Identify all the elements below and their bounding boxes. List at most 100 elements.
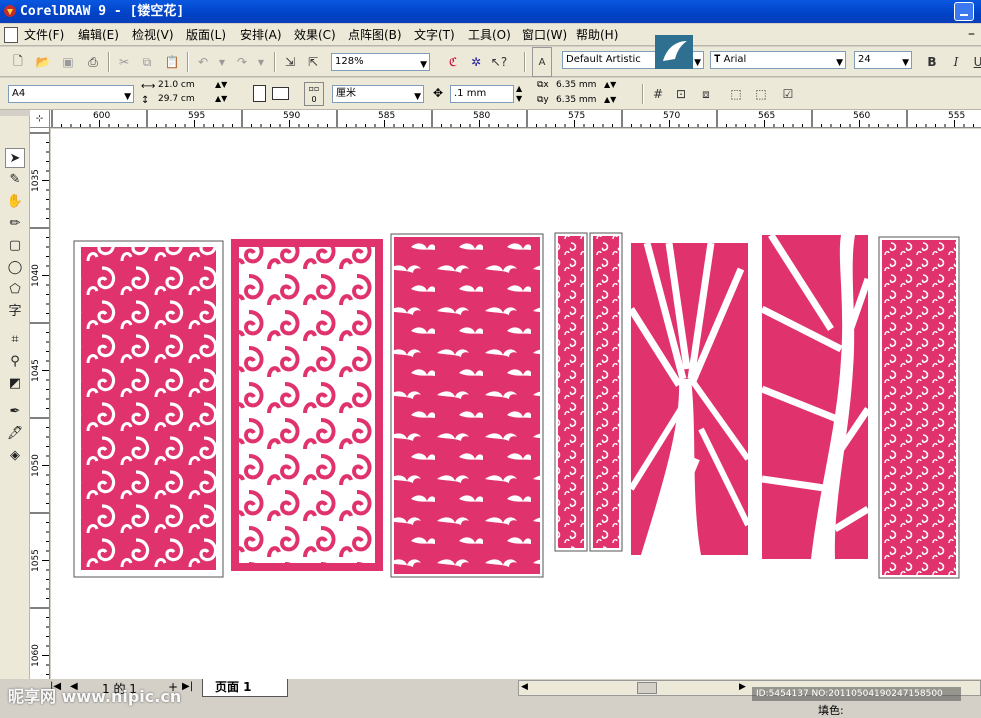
ellipse-tool-icon[interactable]: ◯	[5, 258, 25, 278]
interactive-tools-icon[interactable]: ⌗	[5, 330, 25, 350]
ruler-label: 600	[93, 111, 111, 121]
outline-tool-icon[interactable]: ✒	[5, 402, 25, 422]
separator	[524, 52, 526, 72]
drawing-canvas[interactable]	[51, 129, 981, 679]
open-folder-icon[interactable]: 📂	[33, 52, 53, 72]
landscape-button[interactable]	[272, 87, 289, 100]
standard-toolbar: 🗋 📂 ▣ ⎙ ✂ ⧉ 📋 ↶ ▼ ↷ ▼ ⇲ ⇱ 128% ▼ ℭ ✲ ↖? A…	[0, 35, 981, 77]
spin-up-icon[interactable]: ▲▼	[215, 80, 227, 89]
next-page-icon[interactable]: ▶|	[182, 681, 193, 692]
export-icon[interactable]: ⇱	[303, 52, 323, 72]
undo-icon[interactable]: ↶	[193, 52, 213, 72]
new-file-icon[interactable]: 🗋	[8, 52, 28, 72]
spin-down-icon[interactable]: ▲▼	[215, 94, 227, 103]
page-tab[interactable]: 页面 1	[202, 679, 288, 697]
zoom-pan-tool-icon[interactable]: ✋	[5, 192, 25, 212]
underline-button[interactable]: U	[968, 52, 981, 72]
whats-this-icon[interactable]: ↖?	[489, 52, 509, 72]
scrapbook-icon[interactable]: ✲	[466, 52, 486, 72]
duplicate-x-field[interactable]: 6.35 mm	[556, 80, 600, 90]
menu-tools[interactable]: 工具(O)	[468, 27, 511, 43]
cut-icon[interactable]: ✂	[114, 52, 134, 72]
panel-4b-pattern	[593, 236, 619, 548]
menu-edit[interactable]: 编辑(E)	[78, 27, 119, 43]
text-frame-icon[interactable]: A	[532, 47, 552, 77]
mdi-minimize-icon[interactable]: –	[968, 26, 975, 42]
corel-apps-icon[interactable]: ℭ	[443, 52, 463, 72]
ruler-label: 570	[663, 111, 681, 121]
page-width-field[interactable]: 21.0 cm	[155, 80, 213, 93]
menu-arrange[interactable]: 安排(A)	[240, 27, 282, 43]
menu-help[interactable]: 帮助(H)	[576, 27, 618, 43]
treat-as-filled-icon[interactable]: ⬚	[726, 84, 746, 104]
snap-grid-icon[interactable]: #	[648, 84, 668, 104]
duplicate-y-field[interactable]: 6.35 mm	[556, 95, 600, 105]
dup-y-spin-icon[interactable]: ▲▼	[604, 95, 616, 104]
coreldraw-app-icon[interactable]	[3, 4, 17, 18]
undo-dropdown-icon[interactable]: ▼	[212, 52, 232, 72]
panel-1-pattern	[81, 247, 216, 570]
import-icon[interactable]: ⇲	[280, 52, 300, 72]
save-icon[interactable]: ▣	[58, 52, 78, 72]
panel-5-tree	[628, 242, 751, 557]
shape-tool-icon[interactable]: ✎	[5, 170, 25, 190]
menu-file[interactable]: 文件(F)	[24, 27, 64, 43]
fill-label: 填色:	[818, 704, 844, 717]
minimize-button[interactable]	[954, 2, 974, 21]
ruler-label: 575	[568, 111, 586, 121]
panel-3-pattern	[394, 237, 540, 574]
menu-text[interactable]: 文字(T)	[414, 27, 455, 43]
pen-tool-icon[interactable]: 🖋	[5, 424, 25, 444]
nudge-field[interactable]: .1 mm	[450, 85, 514, 103]
scroll-left-icon[interactable]: ◀	[521, 682, 528, 692]
chevron-down-icon: ▼	[414, 92, 421, 102]
paste-icon[interactable]: 📋	[162, 52, 182, 72]
pick-tool-icon[interactable]: ➤	[5, 148, 25, 168]
redo-dropdown-icon[interactable]: ▼	[251, 52, 271, 72]
dup-x-spin-icon[interactable]: ▲▼	[604, 80, 616, 89]
print-icon[interactable]: ⎙	[83, 52, 103, 72]
fill-tool-icon[interactable]: ◈	[5, 446, 25, 466]
rectangle-tool-icon[interactable]: ▢	[5, 236, 25, 256]
corel-balloon-icon	[655, 35, 693, 69]
page-height-field[interactable]: 29.7 cm	[155, 94, 213, 107]
polygon-tool-icon[interactable]: ⬠	[5, 280, 25, 300]
units-select[interactable]: 厘米 ▼	[332, 85, 424, 103]
eyedropper-tool-icon[interactable]: ⚲	[5, 352, 25, 372]
freehand-tool-icon[interactable]: ✏	[5, 214, 25, 234]
paper-size-select[interactable]: A4 ▼	[8, 85, 134, 103]
zoom-select[interactable]: 128% ▼	[331, 53, 430, 71]
draw-selected-icon[interactable]: ⬚	[751, 84, 771, 104]
menu-effects[interactable]: 效果(C)	[294, 27, 336, 43]
transparency-tool-icon[interactable]: ◩	[5, 374, 25, 394]
dup-y-icon: ⧉y	[537, 95, 549, 105]
menu-bitmaps[interactable]: 点阵图(B)	[348, 27, 402, 43]
ruler-origin[interactable]: ⊹	[30, 110, 50, 128]
style-value: Default Artistic	[566, 54, 641, 65]
portrait-button[interactable]	[253, 85, 266, 102]
bold-button[interactable]: B	[922, 52, 942, 72]
redo-icon[interactable]: ↷	[232, 52, 252, 72]
scroll-right-icon[interactable]: ▶	[739, 682, 746, 692]
font-size-select[interactable]: 24 ▼	[854, 51, 912, 69]
snap-guidelines-icon[interactable]: ⊡	[671, 84, 691, 104]
menu-layout[interactable]: 版面(L)	[186, 27, 226, 43]
italic-button[interactable]: I	[946, 52, 966, 72]
menu-window[interactable]: 窗口(W)	[522, 27, 567, 43]
ruler-label: 1050	[31, 454, 41, 477]
panel-designs[interactable]	[51, 129, 981, 679]
menu-view[interactable]: 检视(V)	[132, 27, 174, 43]
dup-x-icon: ⧉x	[537, 80, 549, 90]
text-tool-icon[interactable]: 字	[5, 302, 25, 322]
facing-pages-icon[interactable]: ▫▫ 0	[304, 82, 324, 106]
snap-objects-icon[interactable]: ⧈	[696, 84, 716, 104]
vertical-ruler[interactable]: 1035 1040 1045 1050 1055 1060	[30, 128, 50, 679]
horizontal-ruler[interactable]: 600 595 590 585 580 575 570 565 560 555	[50, 110, 981, 128]
ruler-label: 595	[188, 111, 206, 121]
copy-icon[interactable]: ⧉	[137, 52, 157, 72]
document-icon[interactable]	[4, 27, 18, 43]
scrollbar-thumb[interactable]	[637, 682, 657, 694]
nudge-spin-icon[interactable]: ▲ ▼	[516, 84, 522, 104]
options-icon[interactable]: ☑	[778, 84, 798, 104]
font-select[interactable]: 𝐓 Arial ▼	[710, 51, 846, 69]
